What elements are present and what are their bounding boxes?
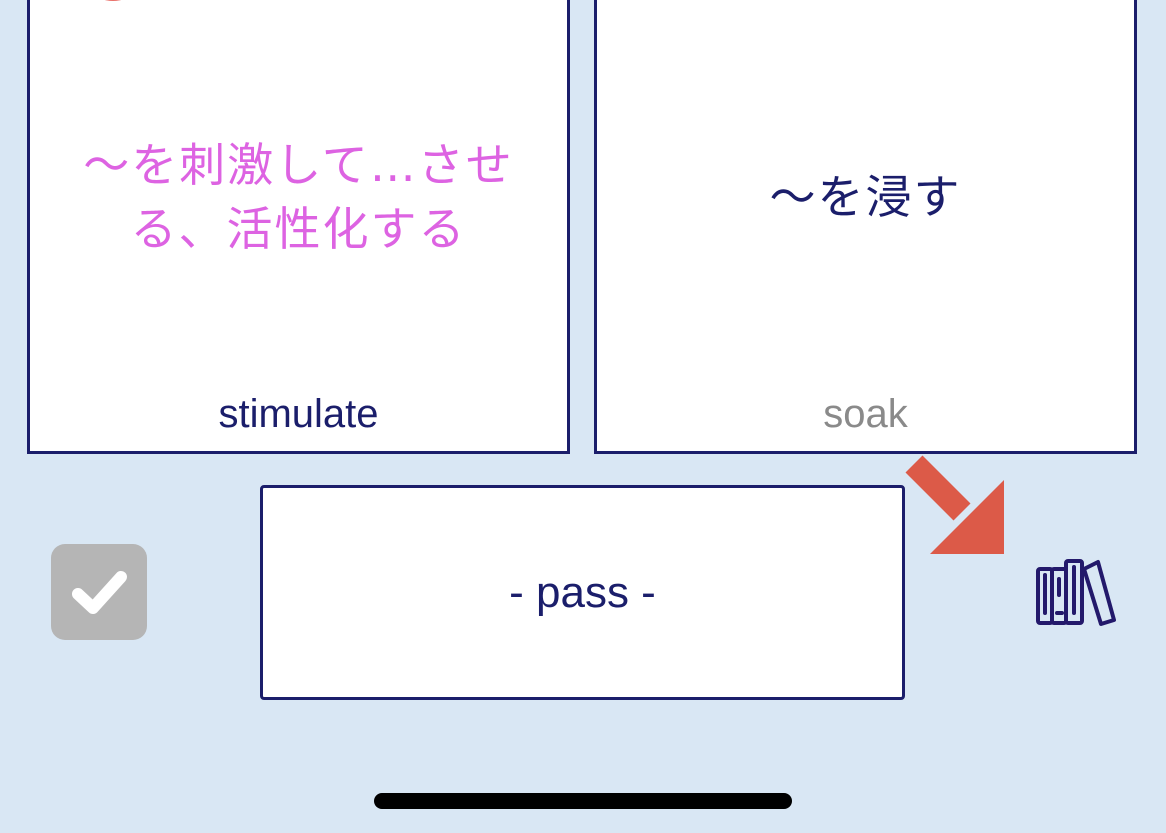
card-meaning: ～を刺激して…させる、活性化する: [83, 138, 514, 256]
home-indicator[interactable]: [374, 793, 792, 809]
word-card-soak[interactable]: ～を浸す soak: [594, 0, 1137, 454]
card-meaning-area: ～を刺激して…させる、活性化する: [30, 3, 567, 391]
arrow-down-right-icon: [905, 455, 1004, 554]
library-button[interactable]: [1028, 550, 1120, 634]
bookshelf-icon: [1036, 559, 1116, 626]
card-word: stimulate: [218, 392, 379, 436]
check-button[interactable]: [51, 544, 147, 640]
word-card-stimulate[interactable]: ～を刺激して…させる、活性化する stimulate: [27, 0, 570, 454]
card-word: soak: [823, 392, 908, 436]
pass-button-label: - pass -: [509, 567, 656, 617]
card-meaning: ～を浸す: [769, 170, 962, 224]
checkmark-icon: [72, 571, 127, 614]
pass-button[interactable]: - pass -: [260, 485, 905, 700]
card-meaning-area: ～を浸す: [597, 3, 1134, 391]
status-badge: [80, 0, 146, 1]
